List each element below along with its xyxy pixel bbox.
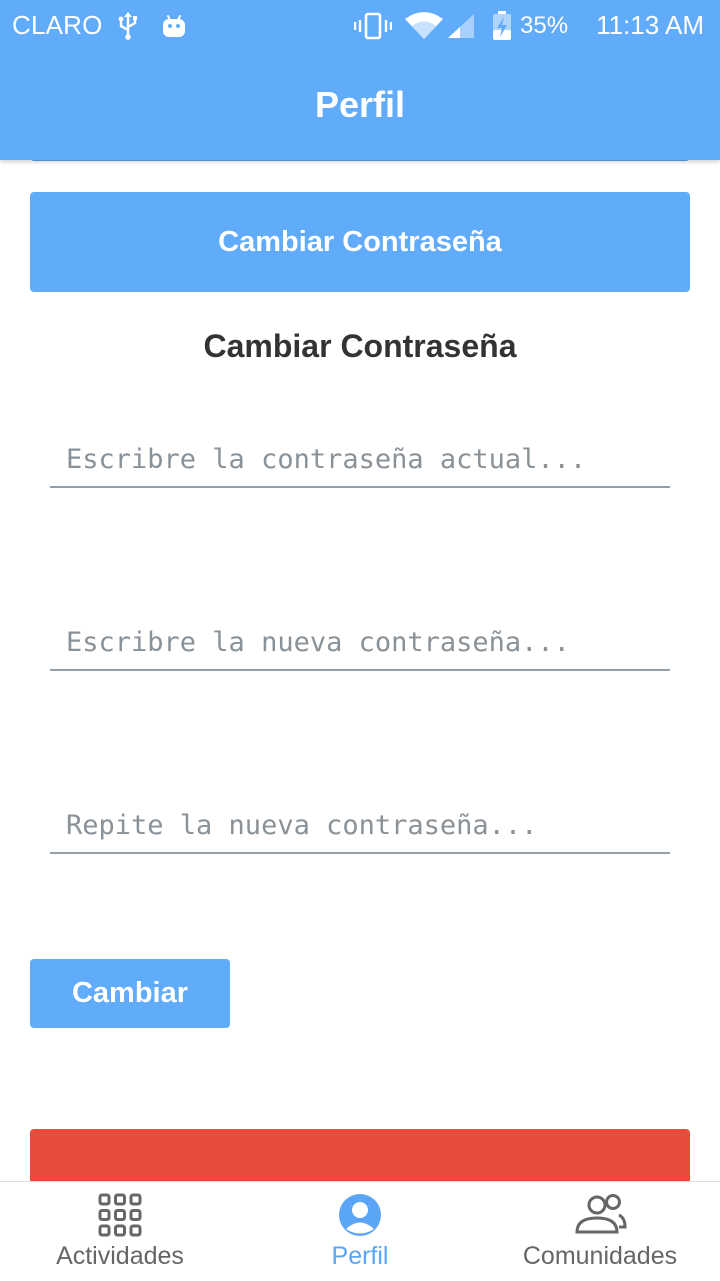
users-icon xyxy=(573,1192,627,1238)
status-bar: CLARO 35% 11:13 AM xyxy=(0,0,720,50)
clock: 11:13 AM xyxy=(596,10,704,40)
carrier-name: CLARO xyxy=(12,10,103,40)
nav-item-comunidades[interactable]: Comunidades xyxy=(480,1182,720,1281)
nav-label-perfil: Perfil xyxy=(331,1242,389,1270)
nav-label-comunidades: Comunidades xyxy=(522,1242,678,1270)
repeat-password-input[interactable] xyxy=(50,798,670,854)
page-title: Perfil xyxy=(314,84,406,125)
section-title: Cambiar Contraseña xyxy=(203,328,517,364)
app-header: CLARO 35% 11:13 AM Perfil xyxy=(0,0,720,160)
change-password-toggle-button[interactable]: Cambiar Contraseña xyxy=(30,192,690,292)
status-right: 35% 11:13 AM xyxy=(354,10,704,41)
status-left: CLARO xyxy=(12,10,187,41)
usb-icon xyxy=(117,11,139,41)
wifi-icon xyxy=(404,11,444,41)
nav-item-actividades[interactable]: Actividades xyxy=(0,1182,240,1281)
grid-icon xyxy=(97,1192,143,1238)
bottom-navigation: Actividades Perfil Comunidades xyxy=(0,1181,720,1281)
nav-label-actividades: Actividades xyxy=(56,1242,184,1270)
vibrate-icon xyxy=(354,12,393,40)
signal-icon xyxy=(446,12,476,40)
user-circle-icon xyxy=(337,1192,383,1238)
android-icon xyxy=(161,13,187,39)
current-password-input[interactable] xyxy=(50,432,670,488)
change-button[interactable]: Cambiar xyxy=(30,959,230,1028)
new-password-input[interactable] xyxy=(50,615,670,671)
nav-item-perfil[interactable]: Perfil xyxy=(240,1182,480,1281)
battery-percent: 35% xyxy=(520,11,569,39)
battery-icon xyxy=(492,10,512,41)
